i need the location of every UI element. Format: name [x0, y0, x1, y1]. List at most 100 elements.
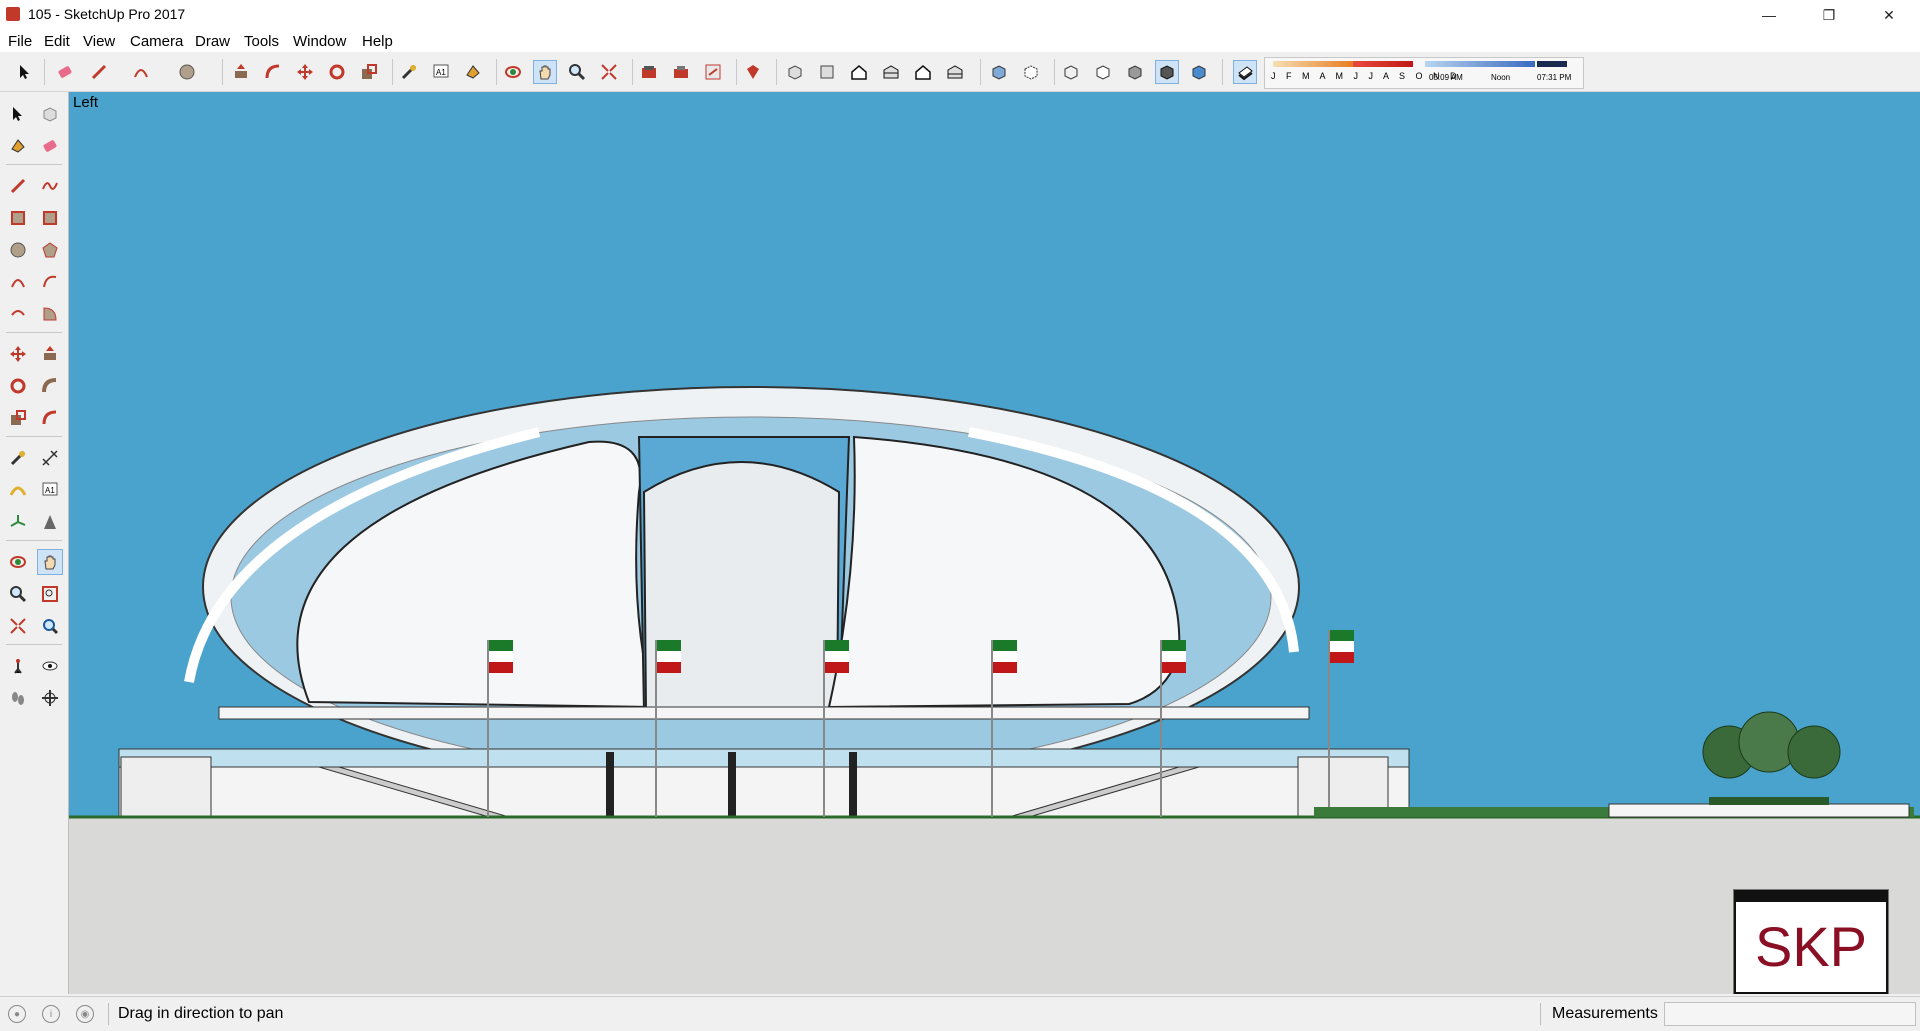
circle-icon[interactable] [176, 61, 198, 83]
back-edges-icon[interactable] [1020, 61, 1042, 83]
menu-view[interactable]: View [83, 33, 115, 50]
xray-icon[interactable] [988, 61, 1010, 83]
toolbar-separator [496, 59, 497, 85]
scale-icon[interactable] [358, 61, 380, 83]
back-view-icon[interactable] [912, 61, 934, 83]
move-icon[interactable] [294, 61, 316, 83]
component-icon[interactable] [38, 102, 62, 126]
measurements-input[interactable] [1664, 1002, 1916, 1026]
menu-help[interactable]: Help [362, 33, 393, 50]
orbit-icon[interactable] [502, 61, 524, 83]
send-layout-icon[interactable] [702, 61, 724, 83]
toolbar-separator [1054, 59, 1055, 85]
previous-view-icon[interactable] [38, 614, 62, 638]
hidden-line-icon[interactable] [1092, 61, 1114, 83]
monochrome-icon[interactable] [1188, 61, 1210, 83]
scale-icon[interactable] [6, 406, 30, 430]
select-icon[interactable] [14, 61, 36, 83]
line-icon[interactable] [6, 174, 30, 198]
walk-icon[interactable] [6, 686, 30, 710]
info-icon[interactable]: i [42, 1005, 60, 1023]
text-icon[interactable]: A1 [38, 478, 62, 502]
restore-button[interactable]: ❐ [1806, 0, 1852, 30]
look-around-icon[interactable] [38, 654, 62, 678]
3d-viewport[interactable]: Left SKP [69, 92, 1920, 994]
arc-icon[interactable] [130, 61, 152, 83]
paint-icon[interactable] [6, 134, 30, 158]
pie-icon[interactable] [38, 302, 62, 326]
zoom-icon[interactable] [6, 582, 30, 606]
orbit-icon[interactable] [6, 550, 30, 574]
sketchup-app-icon[interactable] [6, 7, 20, 21]
pan-icon[interactable] [37, 549, 63, 575]
close-button[interactable]: ✕ [1866, 0, 1912, 30]
three-point-arc-icon[interactable] [6, 302, 30, 326]
warehouse-icon[interactable] [638, 61, 660, 83]
menu-window[interactable]: Window [293, 33, 346, 50]
ruby-icon[interactable] [742, 61, 764, 83]
move-icon[interactable] [6, 342, 30, 366]
pencil-icon[interactable] [88, 61, 110, 83]
rotate-icon[interactable] [6, 374, 30, 398]
select-icon[interactable] [6, 102, 30, 126]
shaded-icon[interactable] [1124, 61, 1146, 83]
two-point-arc-icon[interactable] [38, 270, 62, 294]
geo-location-icon[interactable]: ● [8, 1005, 26, 1023]
offset-icon[interactable] [38, 406, 62, 430]
3d-text-icon[interactable] [38, 510, 62, 534]
iso-view-icon[interactable] [784, 61, 806, 83]
followme-icon[interactable] [262, 61, 284, 83]
text-icon[interactable]: A1 [430, 61, 452, 83]
axes-icon[interactable] [6, 510, 30, 534]
pan-icon[interactable] [533, 60, 557, 84]
zoom-extents-icon[interactable] [598, 61, 620, 83]
protractor-icon[interactable] [6, 478, 30, 502]
position-camera-icon[interactable] [6, 654, 30, 678]
pushpull-icon[interactable] [230, 61, 252, 83]
toolbar-separator [222, 59, 223, 85]
right-view-icon[interactable] [880, 61, 902, 83]
month-slider-track-end[interactable] [1353, 61, 1413, 67]
followme-icon[interactable] [38, 374, 62, 398]
shaded-textures-icon[interactable] [1155, 60, 1179, 84]
rotate-icon[interactable] [326, 61, 348, 83]
time-slider-end[interactable] [1537, 61, 1567, 67]
extension-icon[interactable] [670, 61, 692, 83]
zoom-icon[interactable] [566, 61, 588, 83]
menu-edit[interactable]: Edit [44, 33, 70, 50]
menu-tools[interactable]: Tools [244, 33, 279, 50]
svg-text:A1: A1 [436, 68, 446, 77]
toolbar-separator [392, 59, 393, 85]
paint-icon[interactable] [462, 61, 484, 83]
polygon-icon[interactable] [38, 238, 62, 262]
tape-icon[interactable] [398, 61, 420, 83]
freehand-icon[interactable] [38, 174, 62, 198]
shadows-icon[interactable] [1233, 60, 1257, 84]
tape-icon[interactable] [6, 446, 30, 470]
dimension-icon[interactable] [38, 446, 62, 470]
eraser-icon[interactable] [54, 61, 76, 83]
logo-text: SKP [1754, 915, 1868, 978]
title-bar: 105 - SketchUp Pro 2017 — ❐ ✕ [0, 0, 1920, 30]
eraser-icon[interactable] [38, 134, 62, 158]
menu-camera[interactable]: Camera [130, 33, 183, 50]
time-slider-track[interactable] [1425, 61, 1535, 67]
front-view-icon[interactable] [848, 61, 870, 83]
month-slider-track[interactable] [1273, 61, 1353, 67]
menu-file[interactable]: File [8, 33, 32, 50]
section-plane-icon[interactable] [38, 686, 62, 710]
left-view-icon[interactable] [944, 61, 966, 83]
user-icon[interactable]: ◉ [76, 1005, 94, 1023]
rectangle-icon[interactable] [6, 206, 30, 230]
shadow-time-start: 05:09 AM [1429, 73, 1463, 82]
menu-draw[interactable]: Draw [195, 33, 230, 50]
rotated-rectangle-icon[interactable] [38, 206, 62, 230]
pushpull-icon[interactable] [38, 342, 62, 366]
circle-icon[interactable] [6, 238, 30, 262]
arc-icon[interactable] [6, 270, 30, 294]
minimize-button[interactable]: — [1746, 0, 1792, 30]
wireframe-icon[interactable] [1060, 61, 1082, 83]
zoom-extents-icon[interactable] [6, 614, 30, 638]
top-view-icon[interactable] [816, 61, 838, 83]
zoom-window-icon[interactable] [38, 582, 62, 606]
